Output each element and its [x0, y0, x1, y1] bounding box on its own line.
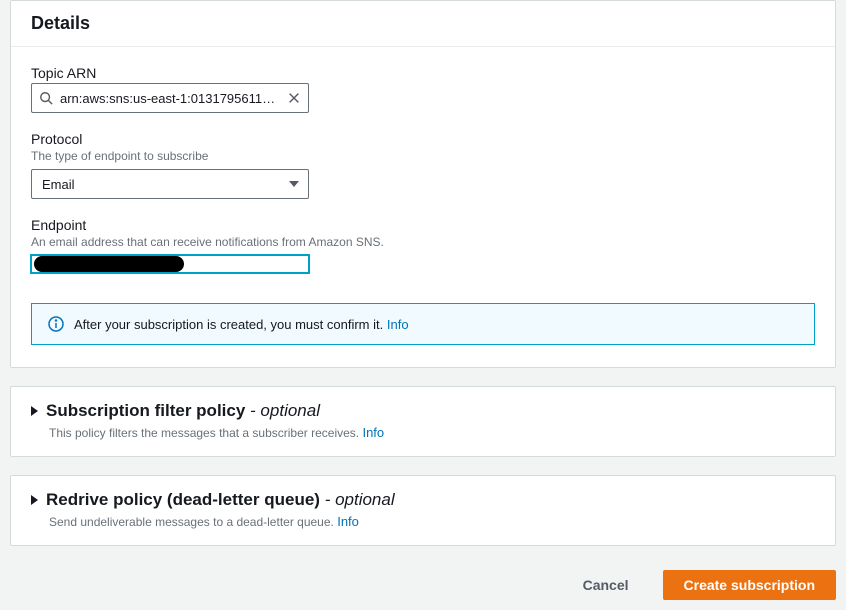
details-body: Topic ARN Protocol The type of endpoint …: [11, 47, 835, 367]
protocol-field: Protocol The type of endpoint to subscri…: [31, 131, 815, 199]
create-subscription-button[interactable]: Create subscription: [663, 570, 836, 600]
caret-right-icon: [31, 406, 38, 416]
redrive-policy-hint: Send undeliverable messages to a dead-le…: [49, 514, 815, 529]
filter-policy-panel: Subscription filter policy - optional Th…: [10, 386, 836, 457]
endpoint-field: Endpoint An email address that can recei…: [31, 217, 815, 285]
filter-policy-title: Subscription filter policy - optional: [46, 401, 320, 421]
filter-policy-toggle[interactable]: Subscription filter policy - optional: [31, 401, 815, 421]
redrive-policy-info-link[interactable]: Info: [337, 514, 359, 529]
endpoint-hint: An email address that can receive notifi…: [31, 235, 815, 249]
info-icon: [48, 316, 64, 332]
topic-arn-input[interactable]: [31, 83, 309, 113]
redrive-policy-toggle[interactable]: Redrive policy (dead-letter queue) - opt…: [31, 490, 815, 510]
details-panel: Details Topic ARN Protocol The type of e…: [10, 0, 836, 368]
caret-right-icon: [31, 495, 38, 505]
topic-arn-field: Topic ARN: [31, 65, 815, 113]
endpoint-input[interactable]: [31, 255, 309, 273]
protocol-value: Email: [42, 177, 75, 192]
notice-text: After your subscription is created, you …: [74, 317, 409, 332]
topic-arn-input-wrap: [31, 83, 309, 113]
protocol-hint: The type of endpoint to subscribe: [31, 149, 815, 163]
protocol-select-wrap: Email: [31, 169, 309, 199]
protocol-label: Protocol: [31, 131, 815, 147]
filter-policy-hint: This policy filters the messages that a …: [49, 425, 815, 440]
endpoint-label: Endpoint: [31, 217, 815, 233]
confirm-notice: After your subscription is created, you …: [31, 303, 815, 345]
redacted-value: [34, 256, 184, 272]
protocol-select[interactable]: Email: [31, 169, 309, 199]
cancel-button[interactable]: Cancel: [563, 570, 649, 600]
filter-policy-info-link[interactable]: Info: [362, 425, 384, 440]
actions-row: Cancel Create subscription: [10, 564, 836, 610]
notice-info-link[interactable]: Info: [387, 317, 409, 332]
redrive-policy-panel: Redrive policy (dead-letter queue) - opt…: [10, 475, 836, 546]
clear-icon[interactable]: [287, 91, 301, 105]
details-header: Details: [11, 1, 835, 47]
details-title: Details: [31, 13, 815, 34]
topic-arn-label: Topic ARN: [31, 65, 815, 81]
search-icon: [39, 91, 53, 105]
endpoint-input-wrap: [31, 255, 309, 285]
redrive-policy-title: Redrive policy (dead-letter queue) - opt…: [46, 490, 395, 510]
